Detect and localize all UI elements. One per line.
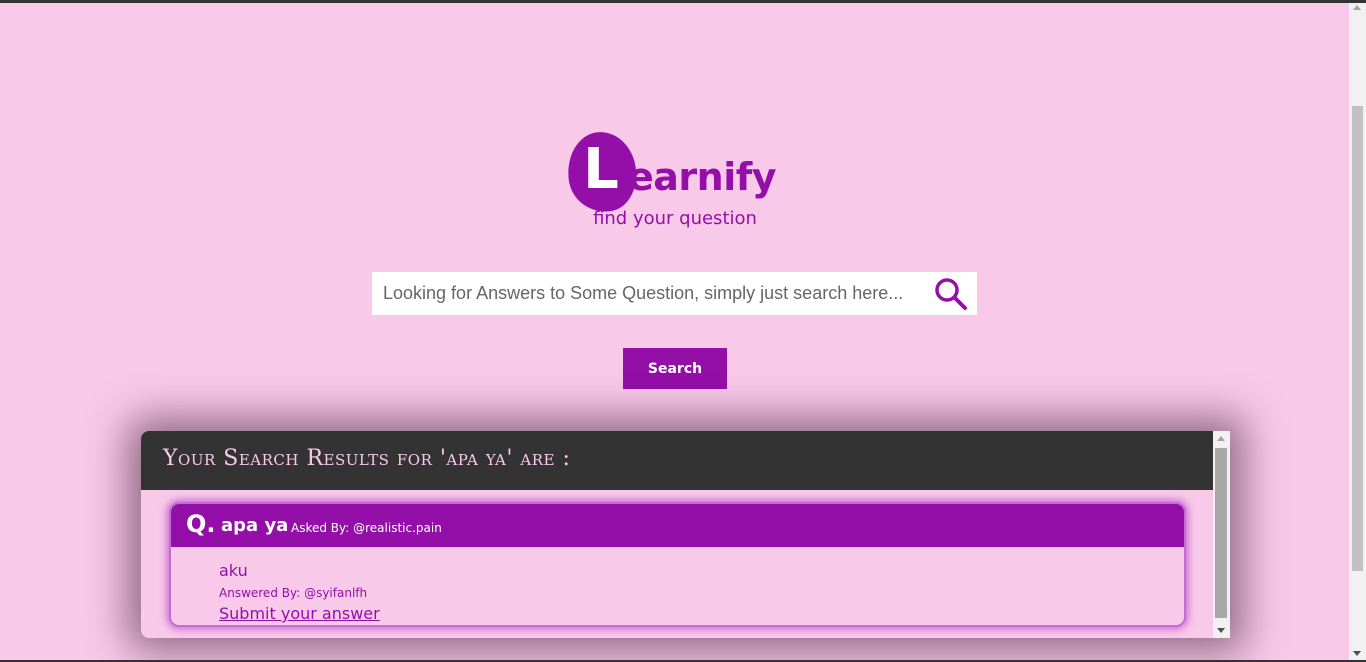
search-button[interactable]: Search <box>623 348 727 389</box>
results-header: Your Search Results for 'apa ya' are : <box>141 431 1213 490</box>
logo-wordmark: earnify <box>628 155 777 199</box>
search-icon[interactable] <box>934 277 968 311</box>
search-box <box>372 272 977 315</box>
window-top-border <box>0 0 1366 3</box>
scroll-up-arrow-icon[interactable] <box>1217 436 1225 441</box>
results-scrollbar-thumb[interactable] <box>1215 448 1227 618</box>
question-card: Q. apa ya Asked By: @realistic.pain aku … <box>169 502 1186 627</box>
tagline: find your question <box>593 208 757 229</box>
asked-by: Asked By: @realistic.pain <box>291 521 442 535</box>
question-header: Q. apa ya Asked By: @realistic.pain <box>171 504 1184 547</box>
answered-by: Answered By: @syifanlfh <box>219 586 368 600</box>
results-scrollbar[interactable] <box>1213 431 1230 638</box>
question-text: apa ya <box>221 515 289 536</box>
page-scrollbar-thumb[interactable] <box>1352 106 1363 571</box>
submit-answer-link[interactable]: Submit your answer <box>219 604 380 623</box>
page-scrollbar[interactable] <box>1349 3 1366 660</box>
page-scroll-up-arrow-icon[interactable] <box>1353 5 1361 10</box>
learnify-logo: L earnify <box>560 127 800 218</box>
search-input[interactable] <box>372 272 922 315</box>
answer-text: aku <box>219 561 248 580</box>
logo-initial: L <box>583 137 619 202</box>
results-title: Your Search Results for 'apa ya' are : <box>163 446 571 471</box>
scroll-down-arrow-icon[interactable] <box>1217 628 1225 633</box>
search-results-panel: Your Search Results for 'apa ya' are : Q… <box>141 431 1230 638</box>
question-mark-label: Q. <box>186 510 216 538</box>
page-scroll-down-arrow-icon[interactable] <box>1353 651 1361 656</box>
